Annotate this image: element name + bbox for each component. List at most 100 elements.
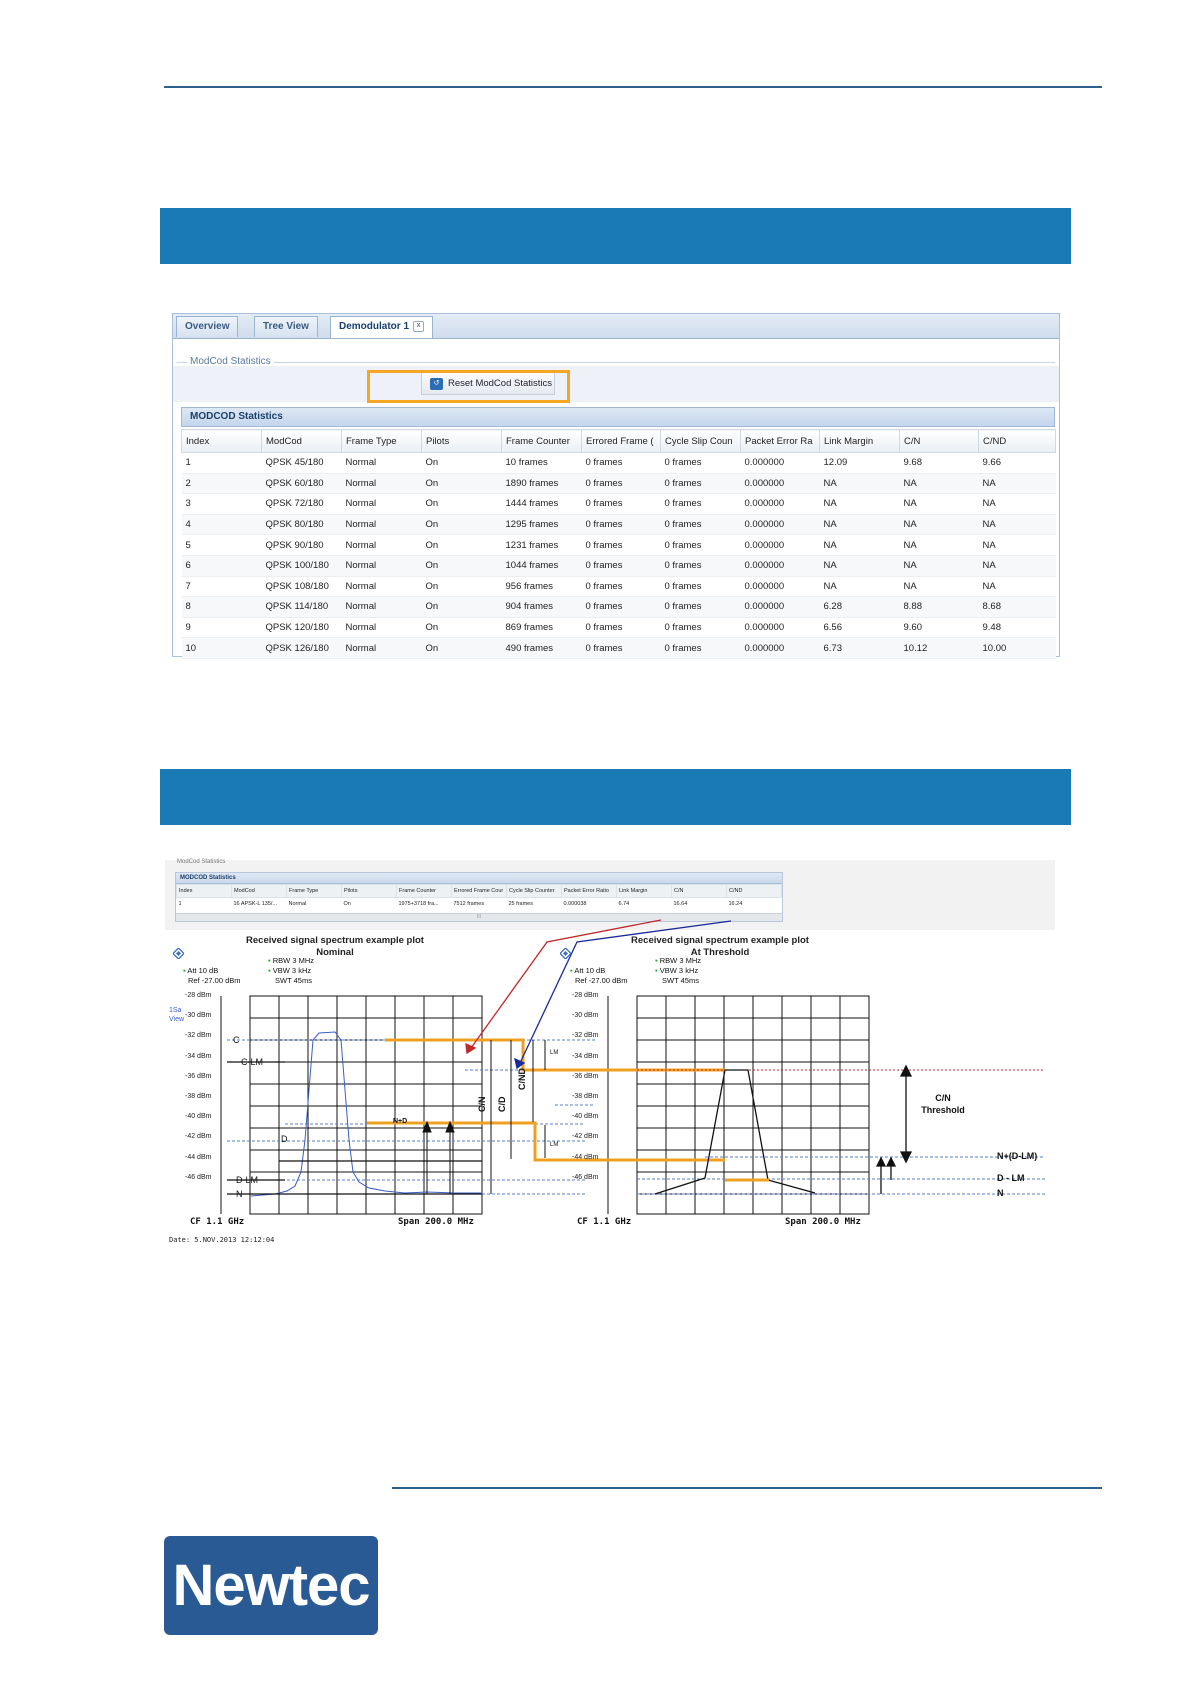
table-cell: Normal [341, 596, 422, 618]
label-d-minus-lm: D - LM [997, 1173, 1025, 1183]
threshold-att-ref: ▪ Att 10 dB Ref -27.00 dBm [570, 966, 628, 985]
header-rule [164, 86, 1102, 88]
column-header[interactable]: Cycle Slip Coun [660, 429, 741, 453]
table-cell: 0.000000 [740, 514, 820, 536]
y-tick-label: -30 dBm [572, 1012, 599, 1020]
table-row[interactable]: 2 QPSK 60/180 Normal On 1890 frames 0 frames 0… [181, 473, 1056, 495]
section-band-2 [160, 769, 1071, 825]
table-cell: 10.12 [899, 637, 979, 659]
table-cell: NA [978, 555, 1056, 577]
table-cell: Normal [341, 493, 422, 515]
table-cell: On [421, 596, 502, 618]
table-row[interactable]: 8 QPSK 114/180 Normal On 904 frames 0 frames 0… [181, 596, 1056, 618]
y-tick-label: -44 dBm [185, 1153, 212, 1161]
table-cell: On [421, 514, 502, 536]
nominal-rbw: RBW 3 MHz [272, 956, 315, 965]
table-cell: 7 [181, 576, 262, 598]
table-cell: 0 frames [660, 452, 741, 474]
table-cell: On [421, 637, 502, 659]
label-c-over-d: C/D [497, 1096, 507, 1113]
column-header[interactable]: C/N [899, 429, 979, 453]
table-cell: NA [978, 514, 1056, 536]
table-cell: 0 frames [660, 534, 741, 556]
close-icon[interactable]: x [413, 320, 425, 332]
column-header[interactable]: ModCod [261, 429, 342, 453]
label-d: D [281, 1134, 288, 1144]
y-tick-label: -40 dBm [572, 1113, 599, 1121]
table-row[interactable]: 5 QPSK 90/180 Normal On 1231 frames 0 frames 0… [181, 534, 1056, 556]
tab-overview[interactable]: Overview [176, 316, 239, 337]
y-tick-label: -34 dBm [185, 1052, 212, 1060]
table-cell: 0.000000 [740, 493, 820, 515]
table-row[interactable]: 1 QPSK 45/180 Normal On 10 frames 0 frames 0 f… [181, 452, 1056, 474]
table-row[interactable]: 6 QPSK 100/180 Normal On 1044 frames 0 frames… [181, 555, 1056, 577]
tab-demodulator-1[interactable]: Demodulator 1x [330, 316, 434, 338]
column-header[interactable]: C/ND [978, 429, 1056, 453]
table-cell: 9.60 [899, 617, 979, 639]
nominal-params: ▪ RBW 3 MHz ▪ VBW 3 kHz SWT 45ms [268, 956, 315, 985]
y-tick-label: -28 dBm [572, 992, 599, 999]
table-row[interactable]: 4 QPSK 80/180 Normal On 1295 frames 0 frames 0… [181, 514, 1056, 536]
y-tick-label: -44 dBm [572, 1153, 599, 1161]
table-cell: 1444 frames [501, 493, 582, 515]
table-cell: 0.000000 [740, 596, 820, 618]
column-header[interactable]: Pilots [421, 429, 502, 453]
column-header[interactable]: Errored Frame ( [581, 429, 661, 453]
column-header[interactable]: Index [181, 429, 262, 453]
column-header[interactable]: Frame Type [341, 429, 422, 453]
table-cell: QPSK 108/180 [261, 576, 342, 598]
tab-tree-view[interactable]: Tree View [254, 316, 318, 337]
column-header[interactable]: Packet Error Ra [740, 429, 820, 453]
table-row[interactable]: 10 QPSK 126/180 Normal On 490 frames 0 frames… [181, 637, 1056, 659]
table-cell: 8.68 [978, 596, 1056, 618]
table-cell: 0 frames [660, 514, 741, 536]
table-cell: 9 [181, 617, 262, 639]
table-cell: On [421, 576, 502, 598]
threshold-plot-title: Received signal spectrum example plot At … [605, 935, 835, 959]
label-lm-2: LM [550, 1142, 559, 1148]
spectrum-figure: ModCod Statistics MODCOD Statistics Inde… [165, 859, 1055, 1250]
nominal-vbw: VBW 3 kHz [272, 966, 312, 975]
table-cell: 1295 frames [501, 514, 582, 536]
table-row[interactable]: 9 QPSK 120/180 Normal On 869 frames 0 frames 0… [181, 617, 1056, 639]
nominal-plot-grid [249, 995, 483, 1215]
nominal-att-ref: ▪ Att 10 dB Ref -27.00 dBm [183, 966, 241, 985]
table-cell: 6.28 [819, 596, 900, 618]
modcod-statistics-table: Index ModCod Frame Type Pilots Frame Counter… [181, 429, 1056, 659]
table-cell: Normal [341, 637, 422, 659]
label-n-plus-d-lm: N+(D-LM) [997, 1151, 1038, 1161]
table-cell: 490 frames [501, 637, 582, 659]
table-cell: Normal [341, 576, 422, 598]
table-cell: QPSK 114/180 [261, 596, 342, 618]
table-cell: NA [899, 555, 979, 577]
column-header[interactable]: Link Margin [819, 429, 900, 453]
table-cell: 4 [181, 514, 262, 536]
table-cell: 2 [181, 473, 262, 495]
column-header[interactable]: Frame Counter [501, 429, 582, 453]
table-cell: Normal [341, 452, 422, 474]
threshold-ref: Ref -27.00 dBm [575, 976, 628, 985]
nominal-span-label: Span 200.0 MHz [398, 1217, 474, 1227]
table-cell: Normal [341, 514, 422, 536]
threshold-spectrum-trace [654, 1069, 816, 1195]
view-label: 1Sa View [169, 1007, 185, 1023]
table-cell: NA [819, 473, 900, 495]
section-band-1 [160, 208, 1071, 264]
table-cell: 1 [181, 452, 262, 474]
table-cell: 0.000000 [740, 534, 820, 556]
table-row[interactable]: 7 QPSK 108/180 Normal On 956 frames 0 frames 0… [181, 576, 1056, 598]
label-c-over-nd: C/ND [517, 1068, 527, 1090]
table-row[interactable]: 3 QPSK 72/180 Normal On 1444 frames 0 frames 0… [181, 493, 1056, 515]
nominal-title-line: Received signal spectrum example plot [246, 935, 424, 946]
table-cell: 904 frames [501, 596, 582, 618]
threshold-span-label: Span 200.0 MHz [785, 1217, 861, 1227]
y-tick-label: -46 dBm [572, 1173, 599, 1181]
table-cell: 8.88 [899, 596, 979, 618]
table-cell: Normal [341, 473, 422, 495]
highlight-box [367, 370, 570, 403]
table-cell: On [421, 452, 502, 474]
threshold-att: Att 10 dB [574, 966, 606, 975]
y-tick-label: -42 dBm [185, 1133, 212, 1141]
table-cell: 9.68 [899, 452, 979, 474]
y-tick-label: -30 dBm [185, 1012, 212, 1020]
